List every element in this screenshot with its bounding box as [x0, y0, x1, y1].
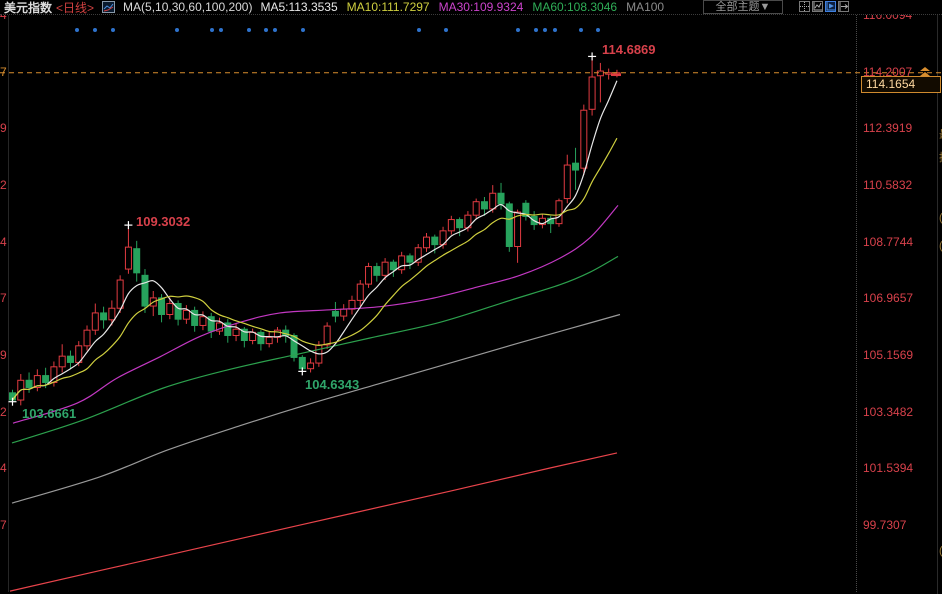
candle	[341, 304, 347, 321]
axis-price-label: 99.7307	[863, 518, 937, 532]
ma-line-ma60	[12, 256, 618, 443]
candle	[134, 241, 140, 282]
left-axis-clipped-digit: 4	[0, 461, 10, 475]
theme-selector-dropdown[interactable]: 全部主题▼	[703, 0, 783, 14]
candle	[399, 252, 405, 274]
candle	[448, 216, 454, 235]
chart-type-icon[interactable]	[102, 1, 115, 13]
ma-line-ma200	[10, 453, 617, 591]
ma-readout: MA5:113.3535	[260, 0, 337, 14]
axis-price-label: 112.3919	[863, 121, 937, 135]
current-price-value: 114.1654	[866, 77, 915, 91]
price-annotation: 104.6343	[305, 377, 359, 392]
candle	[573, 148, 579, 190]
candle	[606, 69, 612, 80]
price-annotation: 109.3032	[136, 214, 190, 229]
candle	[274, 327, 280, 343]
left-axis-clipped-digit: 7	[0, 518, 10, 532]
candle	[59, 344, 65, 372]
candle	[539, 214, 545, 228]
candle	[589, 56, 595, 115]
candle	[167, 297, 173, 319]
extreme-cross-marker	[124, 221, 132, 229]
left-axis-clipped-digit: 2	[0, 405, 10, 419]
ma-readout: MA30:109.9324	[439, 0, 524, 14]
ma-readout: MA60:108.3046	[532, 0, 617, 14]
candle	[564, 155, 570, 204]
ma-readout: MA10:111.7297	[347, 0, 430, 14]
candle	[515, 210, 521, 263]
candle	[67, 351, 73, 370]
candle	[415, 244, 421, 266]
toolbar-icon-group	[799, 1, 849, 12]
candle	[473, 199, 479, 219]
chart-window: 美元指数 <日线> MA(5,10,30,60,100,200) MA5:113…	[0, 0, 942, 594]
candle	[101, 307, 107, 329]
candle	[366, 263, 372, 288]
ma-line-ma100	[12, 314, 620, 503]
left-axis-clipped-digit: 7	[0, 291, 10, 305]
ma-readouts: MA5:113.3535 MA10:111.7297 MA30:109.9324 MA…	[260, 0, 664, 14]
left-axis-clipped-digit: 9	[0, 121, 10, 135]
candle	[581, 105, 587, 175]
candle	[192, 307, 198, 332]
candle	[374, 263, 380, 282]
price-annotation: 114.6869	[602, 42, 656, 57]
candle	[523, 200, 529, 220]
axis-price-label: 106.9657	[863, 291, 937, 305]
candle	[556, 199, 562, 227]
left-axis-clipped-digit: 4	[0, 235, 10, 249]
candle	[225, 319, 231, 342]
candle	[424, 233, 430, 252]
candle	[250, 329, 256, 345]
play-chart-icon[interactable]	[825, 1, 836, 12]
candle	[109, 300, 115, 325]
ma-config-label: MA(5,10,30,60,100,200)	[123, 0, 252, 14]
candle	[92, 304, 98, 335]
toolbar-left-cluster: 美元指数 <日线> MA(5,10,30,60,100,200) MA5:113…	[4, 0, 664, 14]
candle	[84, 325, 90, 350]
move-grid-icon[interactable]	[799, 1, 810, 12]
candle	[183, 305, 189, 324]
candle	[597, 63, 603, 102]
candle	[332, 302, 338, 322]
candle	[241, 327, 247, 347]
candle	[382, 258, 388, 280]
fit-chart-icon[interactable]	[812, 1, 823, 12]
axis-price-label: 108.7744	[863, 235, 937, 249]
current-price-box: 114.1654	[861, 76, 941, 93]
candle	[407, 253, 413, 269]
candle	[175, 300, 181, 325]
ma-line-ma5	[13, 81, 617, 400]
price-annotation: 103.6661	[22, 406, 76, 421]
left-axis-clipped-digit: 9	[0, 348, 10, 362]
event-marker-dots[interactable]	[75, 28, 600, 32]
candle	[357, 280, 363, 306]
chart-canvas[interactable]	[0, 0, 942, 594]
ma-line-ma10	[13, 138, 617, 400]
axis-price-label: 103.3482	[863, 405, 937, 419]
instrument-title: 美元指数	[4, 0, 52, 16]
chart-toolbar: 美元指数 <日线> MA(5,10,30,60,100,200) MA5:113…	[0, 0, 942, 15]
axis-price-label: 105.1569	[863, 348, 937, 362]
period-label: <日线>	[56, 0, 94, 16]
axis-price-label: 101.5394	[863, 461, 937, 475]
pan-right-icon[interactable]	[838, 1, 849, 12]
axis-price-label: 110.5832	[863, 178, 937, 192]
extreme-cross-marker	[588, 52, 596, 60]
candle	[34, 369, 40, 391]
candle	[390, 260, 396, 277]
ma-readout: MA100	[626, 0, 664, 14]
candle	[258, 330, 264, 350]
candle	[349, 296, 355, 315]
candle	[266, 332, 272, 348]
left-axis-clipped-digit: 2	[0, 178, 10, 192]
candle	[125, 225, 131, 274]
theme-selector-label: 全部主题▼	[716, 1, 771, 13]
candle	[217, 318, 223, 335]
candle	[308, 358, 314, 372]
left-axis-clipped-digit: 7	[0, 65, 10, 79]
candle	[208, 313, 214, 338]
